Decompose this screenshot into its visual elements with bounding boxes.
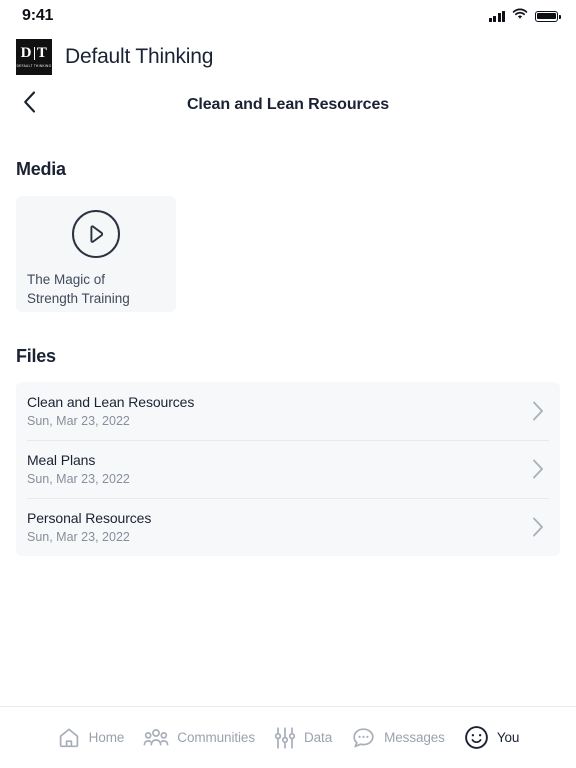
files-section-heading: Files [16,346,56,366]
home-icon [57,726,81,750]
brand-logo-letter-right: T [36,45,48,62]
brand-logo-divider [33,47,35,61]
media-card-title-line1: The Magic of [27,272,106,287]
page-title: Clean and Lean Resources [186,95,390,113]
media-card[interactable]: The Magic of Strength Training [16,196,176,312]
tab-home-label: Home [88,730,125,745]
nav-bar: Clean and Lean Resources [0,82,576,127]
chevron-left-icon [23,91,36,118]
tab-you-label: You [496,730,520,745]
brand-name: Default Thinking [65,45,214,68]
tab-home[interactable]: Home [57,726,125,750]
page-content: Media The Magic of Strength Training Fil… [0,127,576,706]
people-group-icon [143,726,169,750]
brand-logo-letter-left: D [20,45,32,62]
tab-data[interactable]: Data [274,726,332,750]
file-row-text: Personal Resources Sun, Mar 23, 2022 [27,510,151,544]
chat-bubble-icon [351,726,376,750]
file-name: Meal Plans [27,452,96,468]
tab-messages-label: Messages [384,730,445,745]
wifi-icon [512,7,528,25]
chevron-right-icon[interactable] [532,517,544,537]
bottom-tab-bar: Home Communities Data Messages You [0,706,576,768]
list-item[interactable]: Clean and Lean Resources Sun, Mar 23, 20… [16,382,560,440]
tab-data-label: Data [303,730,333,745]
media-card-caption: The Magic of Strength Training [27,270,176,308]
play-circle-icon [72,210,120,258]
media-card-title-line2: Strength Training [27,291,130,307]
brand-logo-subtext: DEFAULT THINKING [16,63,52,68]
cellular-signal-icon [488,10,505,22]
media-list: The Magic of Strength Training [16,196,560,312]
brand-logo-icon: D T DEFAULT THINKING [16,39,52,75]
file-date: Sun, Mar 23, 2022 [27,414,130,428]
chevron-right-icon[interactable] [532,401,544,421]
smiley-face-icon [464,725,489,750]
app-root: 9:41 D T DEFAULT THINKING Default Thinki… [0,0,576,768]
tab-communities[interactable]: Communities [143,726,255,750]
list-item[interactable]: Meal Plans Sun, Mar 23, 2022 [16,440,560,498]
tab-messages[interactable]: Messages [351,726,445,750]
brand-logo-letters: D T [21,46,48,61]
file-date: Sun, Mar 23, 2022 [27,472,130,486]
files-list: Clean and Lean Resources Sun, Mar 23, 20… [16,382,560,556]
file-row-text: Meal Plans Sun, Mar 23, 2022 [27,452,130,486]
back-button[interactable] [14,90,44,120]
file-name: Clean and Lean Resources [27,394,195,410]
list-item[interactable]: Personal Resources Sun, Mar 23, 2022 [16,498,560,556]
brand-header: D T DEFAULT THINKING Default Thinking [0,32,576,82]
sliders-icon [274,726,296,750]
chevron-right-icon[interactable] [532,459,544,479]
file-date: Sun, Mar 23, 2022 [27,530,130,544]
file-name: Personal Resources [27,510,152,526]
status-bar: 9:41 [0,0,576,32]
file-row-text: Clean and Lean Resources Sun, Mar 23, 20… [27,394,194,428]
tab-you[interactable]: You [464,725,519,750]
status-bar-icons [488,7,561,25]
battery-icon [535,10,561,22]
status-bar-time: 9:41 [22,7,54,24]
media-section-heading: Media [16,159,66,179]
tab-communities-label: Communities [177,730,255,745]
